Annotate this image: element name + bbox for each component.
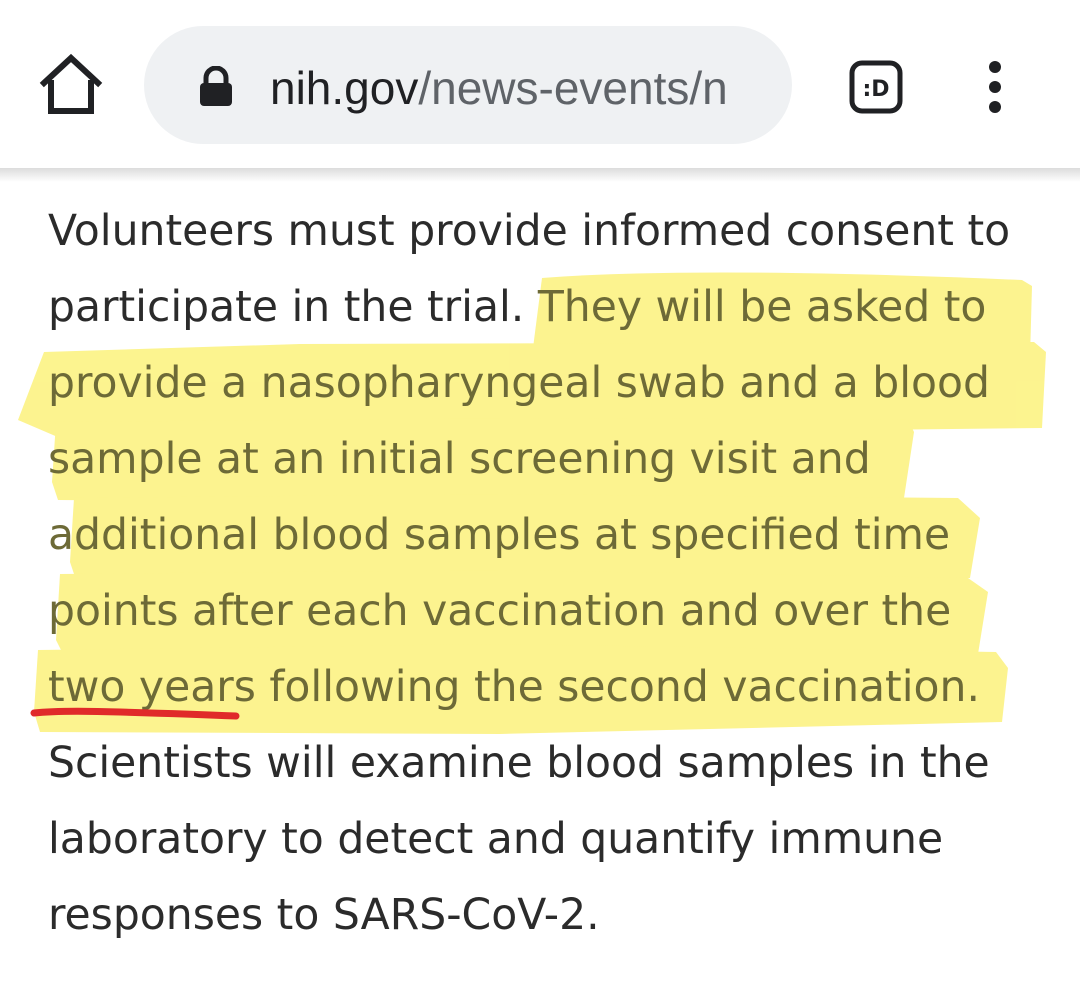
browser-toolbar: nih.gov/news-events/n :D	[0, 0, 1080, 168]
more-vert-icon[interactable]	[970, 58, 1020, 118]
toolbar-shadow	[0, 168, 1080, 182]
url-domain: nih.gov	[270, 62, 419, 114]
url-path: /news-events/n	[418, 62, 728, 114]
lock-icon	[200, 66, 232, 106]
extension-icon[interactable]: :D	[848, 59, 904, 115]
red-underline-mark	[30, 707, 240, 720]
article-body: Volunteers must provide informed consent…	[0, 182, 1080, 987]
url-text[interactable]: nih.gov/news-events/n	[270, 58, 770, 118]
home-icon[interactable]	[36, 50, 106, 120]
extension-icon-label: :D	[862, 77, 889, 102]
